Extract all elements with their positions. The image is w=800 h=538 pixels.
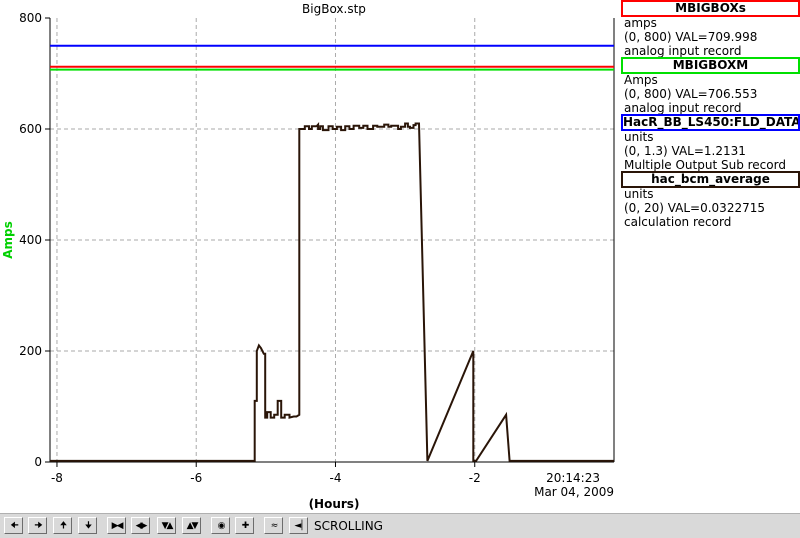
- y-tick-label: 800: [19, 11, 42, 25]
- timestamp-time: 20:14:23: [546, 471, 600, 485]
- arrow-right-icon[interactable]: 🠊: [28, 517, 47, 534]
- legend-units: units: [624, 130, 654, 144]
- x-tick-label: -6: [190, 471, 202, 485]
- legend-range-value: (0, 800) VAL=706.553: [624, 87, 758, 101]
- y-axis-title: Amps: [1, 221, 15, 259]
- mode-label: SCROLLING: [314, 519, 383, 533]
- series-line-hac-bcm-average: [50, 121, 614, 462]
- x-tick-label: -4: [329, 471, 341, 485]
- y-tick-label: 200: [19, 344, 42, 358]
- legend-box[interactable]: hac_bcm_average: [621, 171, 800, 188]
- legend-range-value: (0, 1.3) VAL=1.2131: [624, 144, 746, 158]
- legend-units: Amps: [624, 73, 658, 87]
- x-tick-label: -8: [51, 471, 63, 485]
- legend-box[interactable]: MBIGBOXs: [621, 0, 800, 17]
- arrow-down-icon[interactable]: 🠋: [78, 517, 97, 534]
- y-tick-label: 0: [34, 455, 42, 469]
- legend-units: units: [624, 187, 654, 201]
- zoom-out-horizontal-icon[interactable]: ◀▶: [131, 517, 150, 534]
- legend-range-value: (0, 20) VAL=0.0322715: [624, 201, 765, 215]
- zoom-in-horizontal-icon[interactable]: ▶◀: [107, 517, 126, 534]
- toolbar: SCROLLING 🠈 🠊 🠉 🠋 ▶◀ ◀▶ ▼▲ ▲▼ ◉ ✚ ≈ ◄│: [0, 513, 800, 538]
- timestamp-date: Mar 04, 2009: [534, 485, 614, 499]
- arrow-left-icon[interactable]: 🠈: [4, 517, 23, 534]
- legend-range-value: (0, 800) VAL=709.998: [624, 30, 758, 44]
- circle-icon[interactable]: ◉: [211, 517, 230, 534]
- autoscale-icon[interactable]: ≈: [264, 517, 283, 534]
- zoom-out-vertical-icon[interactable]: ▲▼: [182, 517, 201, 534]
- chart-title: BigBox.stp: [302, 2, 366, 16]
- legend-box[interactable]: HacR_BB_LS450:FLD_DATA: [621, 114, 800, 131]
- plus-icon[interactable]: ✚: [235, 517, 254, 534]
- legend-record: calculation record: [624, 215, 732, 229]
- y-tick-label: 600: [19, 122, 42, 136]
- scroll-mode-icon[interactable]: ◄│: [289, 517, 308, 534]
- y-tick-label: 400: [19, 233, 42, 247]
- x-axis-title: (Hours): [309, 497, 360, 511]
- legend-box[interactable]: MBIGBOXM: [621, 57, 800, 74]
- strip-chart: -8 -6 -4 -2 0 200 400 600 800 BigBox.stp (Hours) Am…: [1, 2, 615, 511]
- zoom-in-vertical-icon[interactable]: ▼▲: [157, 517, 176, 534]
- arrow-up-icon[interactable]: 🠉: [53, 517, 72, 534]
- x-tick-label: -2: [469, 471, 481, 485]
- legend-units: amps: [624, 16, 657, 30]
